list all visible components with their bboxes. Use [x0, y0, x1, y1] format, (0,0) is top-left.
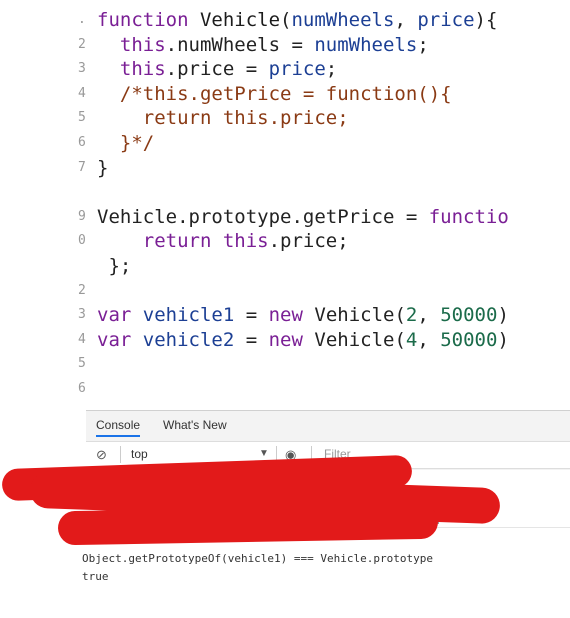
code-token: , — [417, 328, 441, 351]
tab-console[interactable]: Console — [96, 418, 141, 437]
line-number: 7 — [78, 159, 86, 175]
code-token: function — [97, 9, 200, 31]
line-number: 3 — [78, 61, 86, 77]
code-line[interactable] — [97, 180, 509, 205]
line-number: 4 — [78, 85, 86, 101]
code-token: var — [97, 328, 143, 351]
console-command[interactable]: Object.getPrototypeOf(vehicle1) === Vehi… — [82, 552, 433, 565]
code-token: price — [268, 58, 326, 81]
code-token: var — [97, 304, 143, 327]
code-token: functio — [428, 205, 509, 228]
code-line[interactable]: var vehicle1 = new Vehicle(2, 50000) — [97, 303, 509, 328]
code-line[interactable]: }; — [97, 254, 509, 279]
code-token: 2 — [405, 304, 418, 327]
code-token: this — [97, 58, 166, 81]
code-token: numWheels — [291, 9, 395, 31]
code-token: 4 — [405, 328, 418, 351]
code-token: ) — [497, 328, 509, 351]
code-token: /*this.getPrice = function(){ — [97, 82, 452, 105]
code-token: .price; — [268, 230, 349, 253]
code-content[interactable]: function Vehicle(numWheels, price){ this… — [97, 8, 509, 352]
line-number: 0 — [78, 233, 86, 249]
devtools-tab-strip: Console What's New — [86, 411, 570, 439]
code-token: , — [417, 304, 441, 327]
code-token: Vehicle( — [314, 328, 406, 351]
code-token: , — [394, 9, 418, 31]
line-number: . — [78, 12, 86, 27]
code-line[interactable]: }*/ — [97, 131, 509, 156]
code-token: }; — [97, 254, 132, 277]
code-token: vehicle2 — [142, 328, 235, 351]
code-token: Vehicle — [199, 9, 281, 31]
code-token: .price = — [165, 58, 269, 81]
line-number: 6 — [78, 135, 86, 150]
line-number-gutter: . 2 3 4 5 6 7 9 0 2 3 4 5 6 — [0, 0, 92, 410]
code-token: 50000 — [440, 304, 498, 327]
code-token: = — [234, 328, 269, 351]
code-token: ) — [497, 304, 509, 327]
code-line[interactable]: function Vehicle(numWheels, price){ — [97, 8, 509, 33]
toolbar-divider — [120, 446, 121, 463]
code-line[interactable] — [97, 279, 509, 304]
line-number: 4 — [78, 331, 86, 347]
code-token: 50000 — [440, 328, 498, 351]
code-token: ; — [325, 58, 338, 81]
code-token: new — [268, 304, 315, 327]
code-token: ( — [280, 9, 292, 31]
redaction-mark — [57, 504, 439, 546]
context-selector[interactable]: top — [131, 447, 148, 461]
code-token: ; — [417, 33, 429, 56]
code-token: }*/ — [97, 131, 155, 154]
tab-whats-new[interactable]: What's New — [163, 418, 227, 432]
console-result: true — [82, 570, 109, 583]
line-number: 3 — [78, 307, 86, 323]
code-token: } — [97, 156, 109, 179]
code-line[interactable]: var vehicle2 = new Vehicle(4, 50000) — [97, 328, 509, 353]
code-token: return this.price; — [97, 107, 349, 130]
code-line[interactable]: /*this.getPrice = function(){ — [97, 82, 509, 107]
code-line[interactable]: return this.price; — [97, 229, 509, 254]
line-number: 2 — [78, 282, 86, 298]
code-line[interactable]: this.numWheels = numWheels; — [97, 33, 509, 58]
code-line[interactable]: return this.price; — [97, 106, 509, 131]
code-token: numWheels — [314, 33, 418, 56]
code-token: this — [222, 230, 269, 253]
code-line[interactable]: Vehicle.prototype.getPrice = functio — [97, 205, 509, 230]
code-token: ){ — [474, 9, 498, 31]
code-token: return — [97, 230, 223, 253]
code-token: new — [268, 328, 315, 351]
code-line[interactable]: this.price = price; — [97, 57, 509, 82]
code-token: Vehicle.prototype.getPrice = — [97, 205, 429, 228]
code-editor[interactable]: .2345679023456 function Vehicle(numWheel… — [0, 0, 570, 410]
code-token: = — [234, 304, 269, 327]
code-token: .numWheels = — [165, 33, 315, 56]
line-number: 5 — [78, 110, 86, 126]
clear-console-icon[interactable]: ⊘ — [96, 447, 107, 463]
chevron-down-icon[interactable]: ▼ — [259, 448, 269, 459]
line-number: 2 — [78, 36, 86, 52]
line-number: 6 — [78, 381, 86, 396]
code-token: price — [417, 9, 475, 31]
line-number: 5 — [78, 356, 86, 372]
code-token: vehicle1 — [142, 304, 235, 327]
code-token: this — [97, 33, 166, 56]
code-line[interactable]: } — [97, 156, 509, 181]
line-number: 9 — [78, 208, 86, 224]
code-token: Vehicle( — [314, 304, 406, 327]
